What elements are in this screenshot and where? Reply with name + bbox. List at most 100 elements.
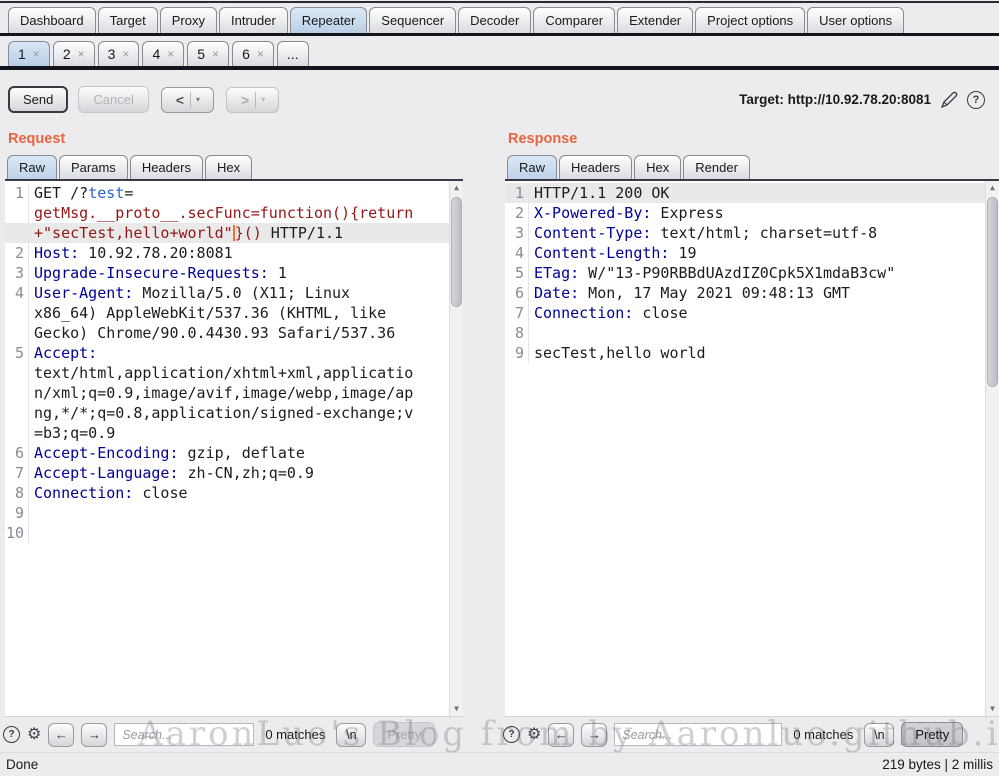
response-search-input[interactable] (614, 723, 782, 746)
line-number: 10 (5, 523, 29, 543)
main-tab-decoder[interactable]: Decoder (458, 7, 531, 33)
repeater-tab-5[interactable]: 5× (187, 41, 229, 66)
more-tabs-button[interactable]: ... (277, 41, 309, 66)
response-editor[interactable]: ▲ ▼ 1HTTP/1.1 200 OK2X-Powered-By: Expre… (505, 181, 999, 717)
code-line[interactable]: 5Accept: (5, 343, 463, 363)
request-panel-title: Request (8, 131, 463, 147)
search-settings-gear-icon[interactable]: ⚙ (27, 727, 41, 743)
scrollbar-thumb[interactable] (987, 197, 998, 387)
search-next-button[interactable]: → (81, 723, 107, 747)
request-tab-headers[interactable]: Headers (130, 155, 203, 179)
search-prev-button[interactable]: ← (548, 723, 574, 747)
main-tab-project-options[interactable]: Project options (695, 7, 805, 33)
main-tab-sequencer[interactable]: Sequencer (369, 7, 456, 33)
close-tab-icon[interactable]: × (257, 47, 264, 61)
request-search-input[interactable] (114, 723, 254, 746)
status-bar: Done 219 bytes | 2 millis (0, 752, 999, 776)
response-pretty-button[interactable]: Pretty (901, 722, 963, 747)
code-line[interactable]: ng,*/*;q=0.8,application/signed-exchange… (5, 403, 463, 423)
code-text: text/html,application/xhtml+xml,applicat… (29, 363, 413, 383)
main-tab-extender[interactable]: Extender (617, 7, 693, 33)
scroll-down-icon[interactable]: ▼ (450, 702, 463, 716)
response-scrollbar[interactable]: ▲ ▼ (985, 181, 999, 716)
close-tab-icon[interactable]: × (33, 47, 40, 61)
main-tab-repeater[interactable]: Repeater (290, 7, 367, 33)
code-token: HTTP/1.1 (262, 224, 343, 242)
code-line[interactable]: Gecko) Chrome/90.0.4430.93 Safari/537.36 (5, 323, 463, 343)
send-button[interactable]: Send (8, 86, 68, 113)
search-help-icon[interactable]: ? (3, 726, 20, 743)
next-dropdown-icon[interactable]: ▾ (256, 95, 270, 104)
edit-target-pencil-icon[interactable] (939, 90, 959, 110)
repeater-tab-4[interactable]: 4× (142, 41, 184, 66)
line-number (5, 323, 29, 343)
code-line[interactable]: 8Connection: close (5, 483, 463, 503)
main-tab-user-options[interactable]: User options (807, 7, 904, 33)
response-tab-render[interactable]: Render (683, 155, 750, 179)
main-tab-intruder[interactable]: Intruder (219, 7, 288, 33)
line-number (5, 423, 29, 443)
code-token: X-Powered-By: (534, 204, 651, 222)
request-tab-params[interactable]: Params (59, 155, 128, 179)
request-view-tabs: RawParamsHeadersHex (5, 155, 463, 181)
code-token: x86_64) AppleWebKit/537.36 (KHTML, like (34, 304, 386, 322)
request-tab-raw[interactable]: Raw (7, 155, 57, 179)
search-prev-button[interactable]: ← (48, 723, 74, 747)
search-settings-gear-icon[interactable]: ⚙ (527, 727, 541, 743)
request-pretty-button[interactable]: Pretty (373, 722, 435, 747)
code-token: Connection: (34, 484, 133, 502)
request-scrollbar[interactable]: ▲ ▼ (449, 181, 463, 716)
response-tab-hex[interactable]: Hex (634, 155, 681, 179)
code-line[interactable]: 7Accept-Language: zh-CN,zh;q=0.9 (5, 463, 463, 483)
response-tab-raw[interactable]: Raw (507, 155, 557, 179)
repeater-tab-6[interactable]: 6× (232, 41, 274, 66)
main-tab-proxy[interactable]: Proxy (160, 7, 217, 33)
main-tab-dashboard[interactable]: Dashboard (8, 7, 96, 33)
code-line[interactable]: 3Upgrade-Insecure-Requests: 1 (5, 263, 463, 283)
request-tab-hex[interactable]: Hex (205, 155, 252, 179)
repeater-tab-label: 4 (152, 46, 160, 62)
code-line[interactable]: 10 (5, 523, 463, 543)
code-line[interactable]: 2Host: 10.92.78.20:8081 (5, 243, 463, 263)
line-number: 5 (5, 343, 29, 363)
scrollbar-thumb[interactable] (451, 197, 462, 307)
code-line[interactable]: 4User-Agent: Mozilla/5.0 (X11; Linux (5, 283, 463, 303)
help-icon[interactable]: ? (967, 91, 985, 109)
scroll-up-icon[interactable]: ▲ (986, 181, 999, 195)
code-line: 5ETag: W/"13-P90RBBdUAzdIZ0Cpk5X1mdaB3cw… (505, 263, 999, 283)
scroll-down-icon[interactable]: ▼ (986, 702, 999, 716)
code-line[interactable]: 6Accept-Encoding: gzip, deflate (5, 443, 463, 463)
main-tab-comparer[interactable]: Comparer (533, 7, 615, 33)
next-request-button[interactable]: > ▾ (226, 87, 279, 113)
repeater-tab-1[interactable]: 1× (8, 41, 50, 66)
repeater-tab-2[interactable]: 2× (53, 41, 95, 66)
code-line[interactable]: 9 (5, 503, 463, 523)
scroll-up-icon[interactable]: ▲ (450, 181, 463, 195)
panel-splitter[interactable] (463, 123, 505, 717)
prev-request-button[interactable]: < ▾ (161, 87, 214, 113)
response-tab-headers[interactable]: Headers (559, 155, 632, 179)
code-line[interactable]: +"secTest,hello+world"}() HTTP/1.1 (5, 223, 463, 243)
code-line[interactable]: 1GET /?test= (5, 183, 463, 203)
code-line[interactable]: x86_64) AppleWebKit/537.36 (KHTML, like (5, 303, 463, 323)
prev-dropdown-icon[interactable]: ▾ (191, 95, 205, 104)
search-next-button[interactable]: → (581, 723, 607, 747)
close-tab-icon[interactable]: × (122, 47, 129, 61)
request-editor[interactable]: ▲ ▼ 1GET /?test=getMsg.__proto__.secFunc… (5, 181, 463, 717)
close-tab-icon[interactable]: × (78, 47, 85, 61)
code-line[interactable]: getMsg.__proto__.secFunc=function(){retu… (5, 203, 463, 223)
regex-newline-toggle[interactable]: \n (864, 723, 894, 747)
code-line[interactable]: text/html,application/xhtml+xml,applicat… (5, 363, 463, 383)
code-line[interactable]: =b3;q=0.9 (5, 423, 463, 443)
code-text: Connection: close (29, 483, 188, 503)
repeater-tab-3[interactable]: 3× (98, 41, 140, 66)
code-text: Upgrade-Insecure-Requests: 1 (29, 263, 287, 283)
search-help-icon[interactable]: ? (503, 726, 520, 743)
regex-newline-toggle[interactable]: \n (336, 723, 366, 747)
line-number (5, 203, 29, 223)
close-tab-icon[interactable]: × (212, 47, 219, 61)
code-line[interactable]: n/xml;q=0.9,image/avif,image/webp,image/… (5, 383, 463, 403)
close-tab-icon[interactable]: × (167, 47, 174, 61)
cancel-button[interactable]: Cancel (78, 86, 148, 113)
main-tab-target[interactable]: Target (98, 7, 158, 33)
